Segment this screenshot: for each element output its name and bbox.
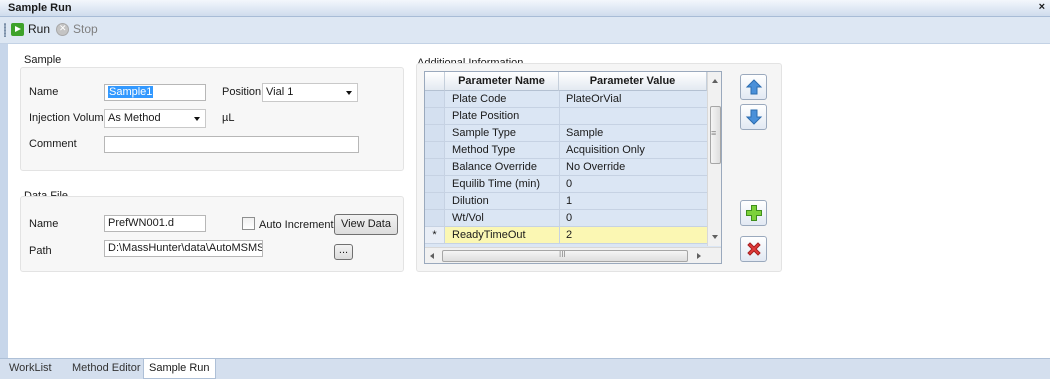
grid-row[interactable]: Equilib Time (min) 0: [425, 176, 707, 193]
position-select[interactable]: Vial 1: [262, 83, 358, 102]
tab-sample-run[interactable]: Sample Run: [143, 359, 216, 379]
grid-row-header-corner: [425, 72, 445, 91]
param-name: Balance Override: [452, 161, 537, 173]
injection-volume-label: Injection Volume: [29, 112, 110, 124]
run-icon: [11, 22, 24, 36]
position-value: Vial 1: [266, 86, 294, 98]
move-down-button[interactable]: [740, 104, 767, 130]
param-name: Method Type: [452, 144, 516, 156]
row-selector[interactable]: [425, 108, 445, 124]
sample-name-input[interactable]: Sample1: [104, 84, 206, 101]
move-up-icon: [745, 79, 763, 95]
param-name: Wt/Vol: [452, 212, 484, 224]
grid-row[interactable]: Method Type Acquisition Only: [425, 142, 707, 159]
grid-row[interactable]: Wt/Vol 0: [425, 210, 707, 227]
window-title: Sample Run: [8, 2, 72, 14]
auto-increment-checkbox[interactable]: [242, 217, 255, 230]
grid-horizontal-scrollbar[interactable]: III: [425, 247, 721, 263]
toolbar: Run Stop: [0, 17, 1050, 44]
param-value[interactable]: Sample: [559, 125, 707, 141]
new-row-marker-icon[interactable]: *: [425, 227, 445, 243]
add-icon: [746, 205, 762, 221]
grid-row[interactable]: Dilution 1: [425, 193, 707, 210]
column-header-parameter-value[interactable]: Parameter Value: [559, 72, 707, 91]
path-input[interactable]: D:\MassHunter\data\AutoMSMS: [104, 240, 263, 257]
scroll-grip-icon: III: [559, 250, 566, 259]
scroll-up-icon[interactable]: [712, 79, 718, 83]
row-selector[interactable]: [425, 125, 445, 141]
stop-label: Stop: [73, 22, 98, 36]
tab-method-editor[interactable]: Method Editor: [67, 359, 145, 379]
delete-row-button[interactable]: [740, 236, 767, 262]
param-name: Dilution: [452, 195, 489, 207]
param-value[interactable]: PlateOrVial: [559, 91, 707, 107]
column-header-parameter-name[interactable]: Parameter Name: [445, 72, 559, 91]
stop-icon: [56, 22, 69, 36]
param-value[interactable]: [559, 108, 707, 124]
scroll-grip-icon: ≡: [711, 128, 717, 138]
grid-vertical-scrollbar[interactable]: ≡: [707, 72, 721, 246]
run-label: Run: [28, 22, 51, 36]
param-value[interactable]: 2: [559, 227, 707, 243]
grid-new-row[interactable]: * ReadyTimeOut 2: [425, 227, 707, 244]
param-value[interactable]: No Override: [559, 159, 707, 175]
param-value[interactable]: Acquisition Only: [559, 142, 707, 158]
bottom-tab-bar: WorkList Method Editor Sample Run: [0, 358, 1050, 379]
scroll-right-icon[interactable]: [697, 253, 701, 259]
param-value[interactable]: 1: [559, 193, 707, 209]
delete-icon: [747, 242, 761, 256]
browse-button[interactable]: ...: [334, 244, 353, 260]
parameters-grid[interactable]: Parameter Name Parameter Value Plate Cod…: [424, 71, 722, 264]
param-value[interactable]: 0: [559, 176, 707, 192]
grid-row[interactable]: Sample Type Sample: [425, 125, 707, 142]
row-selector[interactable]: [425, 176, 445, 192]
move-up-button[interactable]: [740, 74, 767, 100]
add-row-button[interactable]: [740, 200, 767, 226]
comment-label: Comment: [29, 138, 77, 150]
stop-button[interactable]: Stop: [56, 22, 98, 36]
scroll-down-icon[interactable]: [712, 235, 718, 239]
param-name: Plate Code: [452, 93, 507, 105]
param-name: Plate Position: [452, 110, 520, 122]
row-selector[interactable]: [425, 193, 445, 209]
move-down-icon: [745, 109, 763, 125]
row-selector[interactable]: [425, 91, 445, 107]
row-selector[interactable]: [425, 159, 445, 175]
sample-group-label: Sample: [24, 54, 62, 66]
view-data-button[interactable]: View Data: [334, 214, 398, 235]
grid-row[interactable]: Plate Position: [425, 108, 707, 125]
injection-volume-value: As Method: [108, 112, 161, 124]
injection-volume-select[interactable]: As Method: [104, 109, 206, 128]
window-titlebar: Sample Run ×: [0, 0, 1050, 17]
param-value[interactable]: 0: [559, 210, 707, 226]
chevron-down-icon: [194, 117, 200, 121]
tab-worklist[interactable]: WorkList: [4, 359, 57, 379]
comment-input[interactable]: [104, 136, 359, 153]
datafile-name-input[interactable]: PrefWN001.d: [104, 215, 206, 232]
param-name: ReadyTimeOut: [452, 229, 526, 241]
param-name: Equilib Time (min): [452, 178, 541, 190]
left-edge: [0, 44, 8, 358]
position-label: Position: [222, 86, 262, 98]
row-selector[interactable]: [425, 142, 445, 158]
scroll-left-icon[interactable]: [430, 253, 434, 259]
datafile-name-label: Name: [29, 218, 59, 230]
path-label: Path: [29, 245, 52, 257]
grid-row[interactable]: Plate Code PlateOrVial: [425, 91, 707, 108]
toolbar-grip-icon[interactable]: [4, 23, 6, 37]
name-label: Name: [29, 86, 59, 98]
grid-row[interactable]: Balance Override No Override: [425, 159, 707, 176]
injection-unit: µL: [222, 112, 235, 124]
run-button[interactable]: Run: [11, 22, 50, 36]
row-selector[interactable]: [425, 210, 445, 226]
close-icon[interactable]: ×: [1039, 1, 1045, 13]
auto-increment-label: Auto Increment: [259, 219, 334, 231]
param-name: Sample Type: [452, 127, 517, 139]
chevron-down-icon: [346, 91, 352, 95]
